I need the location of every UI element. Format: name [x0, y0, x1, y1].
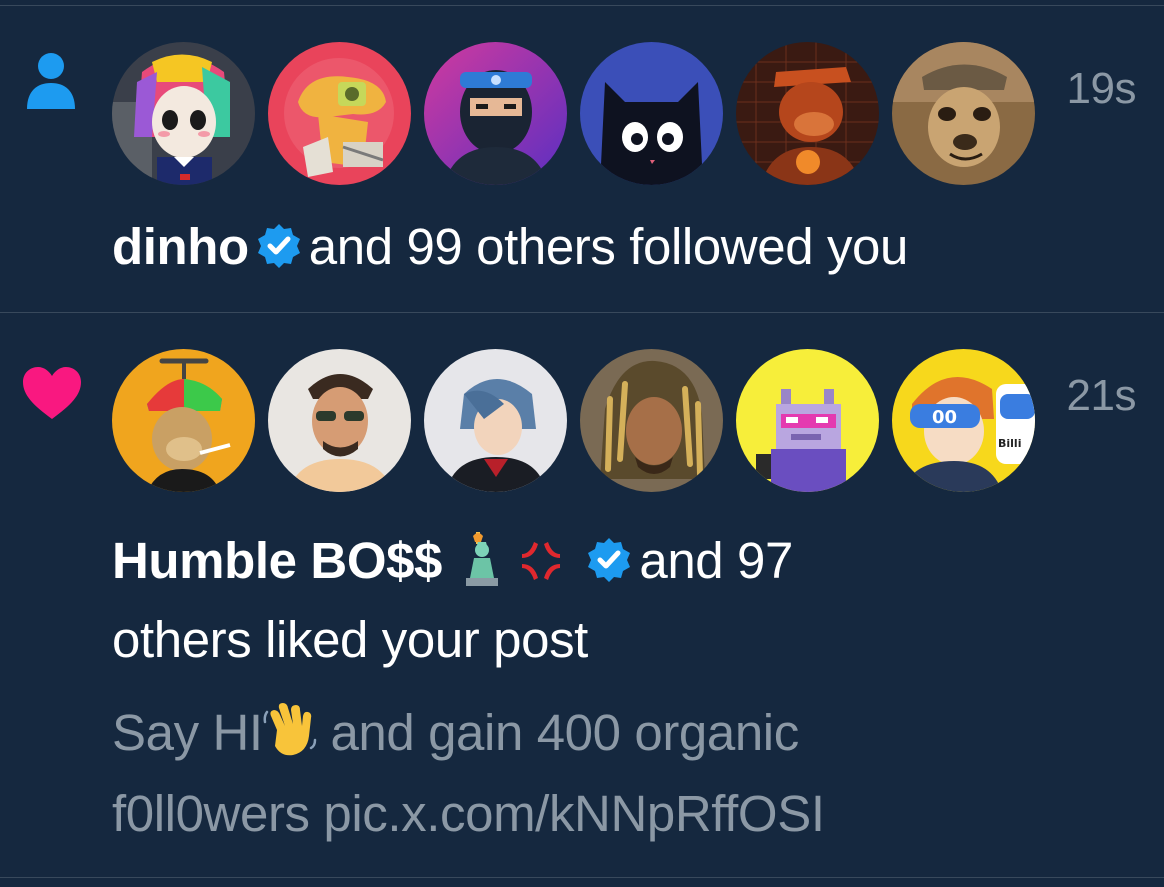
post-preview-text-a: Say HI	[112, 704, 263, 761]
avatar-black-cat[interactable]	[580, 42, 723, 185]
notification-follow[interactable]: 19s dinho and 99 others followed you	[0, 6, 1164, 312]
liker-avatars: 00 Billi	[112, 349, 1035, 492]
action-text: and 99 others followed you	[308, 218, 909, 275]
heart-icon	[21, 365, 83, 426]
timestamp: 19s	[1066, 64, 1137, 113]
timestamp: 21s	[1066, 371, 1137, 420]
avatar-salary-ape[interactable]	[736, 42, 879, 185]
svg-text:Billi: Billi	[998, 437, 1021, 450]
actor-name[interactable]: Humble BO$$	[112, 532, 442, 589]
follower-avatars	[112, 42, 1035, 185]
waving-hand-icon	[263, 702, 317, 771]
avatar-pixel-cat[interactable]	[736, 349, 879, 492]
notification-text-line2: others liked your post	[112, 611, 588, 668]
avatar-anime-boy[interactable]	[424, 349, 567, 492]
post-preview-line1[interactable]: Say HI and gain 400 organic	[112, 702, 799, 771]
person-icon	[25, 51, 77, 114]
avatar-dreadlocks-man[interactable]	[580, 349, 723, 492]
avatar-dino-robot[interactable]	[268, 42, 411, 185]
avatar-propeller-ape[interactable]	[112, 349, 255, 492]
divider-bottom	[0, 877, 1164, 878]
notification-text-line1: Humble BO$$ and 97	[112, 531, 793, 599]
avatar-colorful-girl[interactable]	[112, 42, 255, 185]
verified-badge-icon	[585, 536, 633, 597]
notification-text: dinho and 99 others followed you	[112, 217, 908, 283]
svg-text:00: 00	[932, 407, 957, 428]
avatar-ninja[interactable]	[424, 42, 567, 185]
avatar-meerkat[interactable]	[892, 42, 1035, 185]
avatar-anime-visor[interactable]: 00 Billi	[892, 349, 1035, 492]
statue-of-liberty-icon	[456, 532, 502, 599]
action-text: and 97	[639, 532, 793, 589]
anger-symbol-icon	[516, 536, 566, 599]
verified-badge-icon	[255, 222, 303, 283]
post-preview-line2[interactable]: f0ll0wers pic.x.com/kNNpRffOSI	[112, 784, 825, 844]
notification-like[interactable]: 00 Billi 21s Humble BO$$ and 97 others l…	[0, 313, 1164, 876]
post-preview-text-b: and gain 400 organic	[330, 704, 799, 761]
avatar-man-sunglasses[interactable]	[268, 349, 411, 492]
actor-name[interactable]: dinho	[112, 218, 249, 275]
